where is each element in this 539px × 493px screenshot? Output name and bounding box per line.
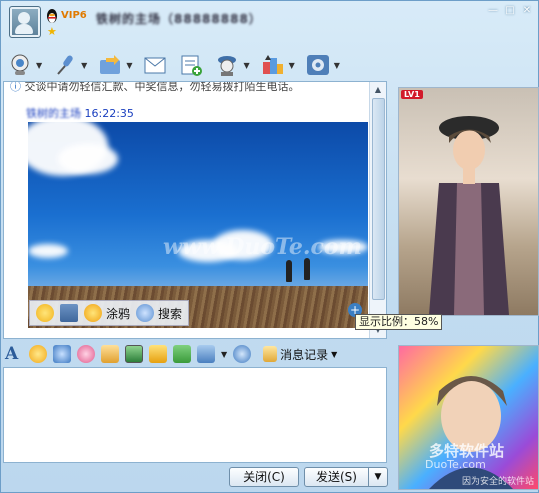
chevron-down-icon[interactable]: ▼ [334, 61, 340, 70]
qq-penguin-icon [47, 9, 57, 23]
font-icon[interactable]: A [5, 344, 23, 364]
window-buttons: — □ ✕ [486, 5, 534, 17]
message-header: 铁树的主场 16:22:35 [26, 105, 134, 121]
chevron-down-icon[interactable]: ▼ [81, 61, 87, 70]
maximize-icon[interactable]: □ [503, 5, 517, 17]
vip-badge: VIP6 [61, 10, 87, 21]
toolbar: ▼ ▼ ▼ ▼ ▼ ▼ [7, 48, 350, 82]
chat-history[interactable]: ⓘ 交谈中请勿轻信汇款、中奖信息，勿轻易拨打陌生电话。 铁树的主场 16:22:… [3, 81, 387, 339]
video-call-button[interactable]: ▼ [7, 52, 42, 78]
chevron-down-icon[interactable]: ▼ [126, 61, 132, 70]
friend-show-image[interactable]: LV1 [398, 87, 539, 316]
emoji-icon[interactable] [29, 345, 47, 363]
settings-icon [306, 55, 329, 75]
remote-assist-button[interactable]: ▼ [214, 52, 250, 78]
chat-window: VIP6 ★ 铁树的主场（88888888） — □ ✕ ▼ ▼ ▼ ▼ ▼ ▼… [0, 0, 539, 493]
microphone-icon [57, 55, 73, 75]
security-notice: ⓘ 交谈中请勿轻信汇款、中奖信息，勿轻易拨打陌生电话。 [10, 81, 300, 93]
image-search-button[interactable]: 搜索 [136, 304, 182, 322]
chevron-down-icon[interactable]: ▼ [243, 61, 249, 70]
zoom-tooltip: 显示比例：58% [355, 314, 443, 330]
sender-name: 铁树的主场 [26, 107, 81, 120]
send-file-button[interactable]: ▼ [97, 52, 132, 78]
screenshot-icon[interactable] [197, 345, 215, 363]
avatar-figure [429, 116, 509, 315]
chat-scrollbar[interactable]: ▲ ▼ [369, 82, 386, 338]
format-bar: A ▼ 消息记录 ▼ [5, 343, 387, 365]
send-button[interactable]: 发送(S) [305, 468, 369, 486]
shake-icon[interactable] [77, 345, 95, 363]
message-input[interactable] [3, 367, 387, 463]
search-icon [136, 304, 155, 322]
watermark-slogan: 因为安全的软件站 [461, 477, 534, 487]
doodle-icon [84, 304, 102, 322]
music-icon[interactable] [149, 345, 167, 363]
chevron-down-icon: ▼ [331, 349, 338, 359]
minimize-icon[interactable]: — [486, 5, 500, 17]
message-history-button[interactable]: 消息记录 ▼ [263, 346, 337, 363]
settings-button[interactable]: ▼ [305, 52, 340, 78]
star-icon: ★ [47, 25, 57, 38]
doodle-button[interactable]: 涂鸦 [84, 304, 130, 322]
apps-icon [262, 55, 283, 74]
history-icon [263, 346, 278, 362]
send-image-icon[interactable] [125, 345, 143, 363]
contact-name: 铁树的主场（88888888） [96, 12, 262, 26]
chevron-down-icon[interactable]: ▼ [36, 61, 42, 70]
apps-button[interactable]: ▼ [260, 52, 295, 78]
voice-message-icon[interactable] [101, 345, 119, 363]
scroll-up-icon[interactable]: ▲ [372, 84, 384, 96]
magic-emoji-icon[interactable] [53, 345, 71, 363]
gift-icon[interactable] [173, 345, 191, 363]
create-group-icon [181, 55, 203, 76]
shared-photo[interactable]: www.DuoTe.com [28, 122, 368, 328]
send-file-icon [100, 55, 121, 74]
add-emoji-icon[interactable] [36, 304, 54, 322]
message-time: 16:22:35 [84, 107, 134, 120]
chevron-down-icon[interactable]: ▼ [221, 350, 227, 359]
chevron-down-icon[interactable]: ▼ [289, 61, 295, 70]
save-icon[interactable] [60, 304, 78, 322]
photo-watermark: www.DuoTe.com [163, 234, 362, 260]
title-bar[interactable]: VIP6 ★ 铁树的主场（88888888） — □ ✕ [1, 1, 539, 41]
email-button[interactable] [142, 52, 168, 78]
contact-avatar[interactable] [9, 6, 41, 38]
scroll-thumb[interactable] [372, 98, 385, 300]
close-button[interactable]: 关闭(C) [229, 467, 299, 487]
video-camera-icon [11, 54, 29, 75]
voice-call-button[interactable]: ▼ [52, 52, 87, 78]
send-options-chevron-icon[interactable]: ▼ [369, 468, 387, 486]
info-icon: ⓘ [10, 81, 21, 93]
remote-assist-icon [218, 56, 237, 76]
photo-toolbar: 涂鸦 搜索 [29, 300, 190, 326]
watermark-url: DuoTe.com [425, 458, 486, 471]
email-icon [144, 57, 166, 74]
create-group-button[interactable] [178, 52, 204, 78]
send-button-group: 发送(S) ▼ [304, 467, 388, 487]
chat-room-icon[interactable] [233, 345, 252, 363]
my-show-image[interactable]: 多特软件站 DuoTe.com 因为安全的软件站 [398, 345, 539, 490]
close-icon[interactable]: ✕ [520, 5, 534, 17]
